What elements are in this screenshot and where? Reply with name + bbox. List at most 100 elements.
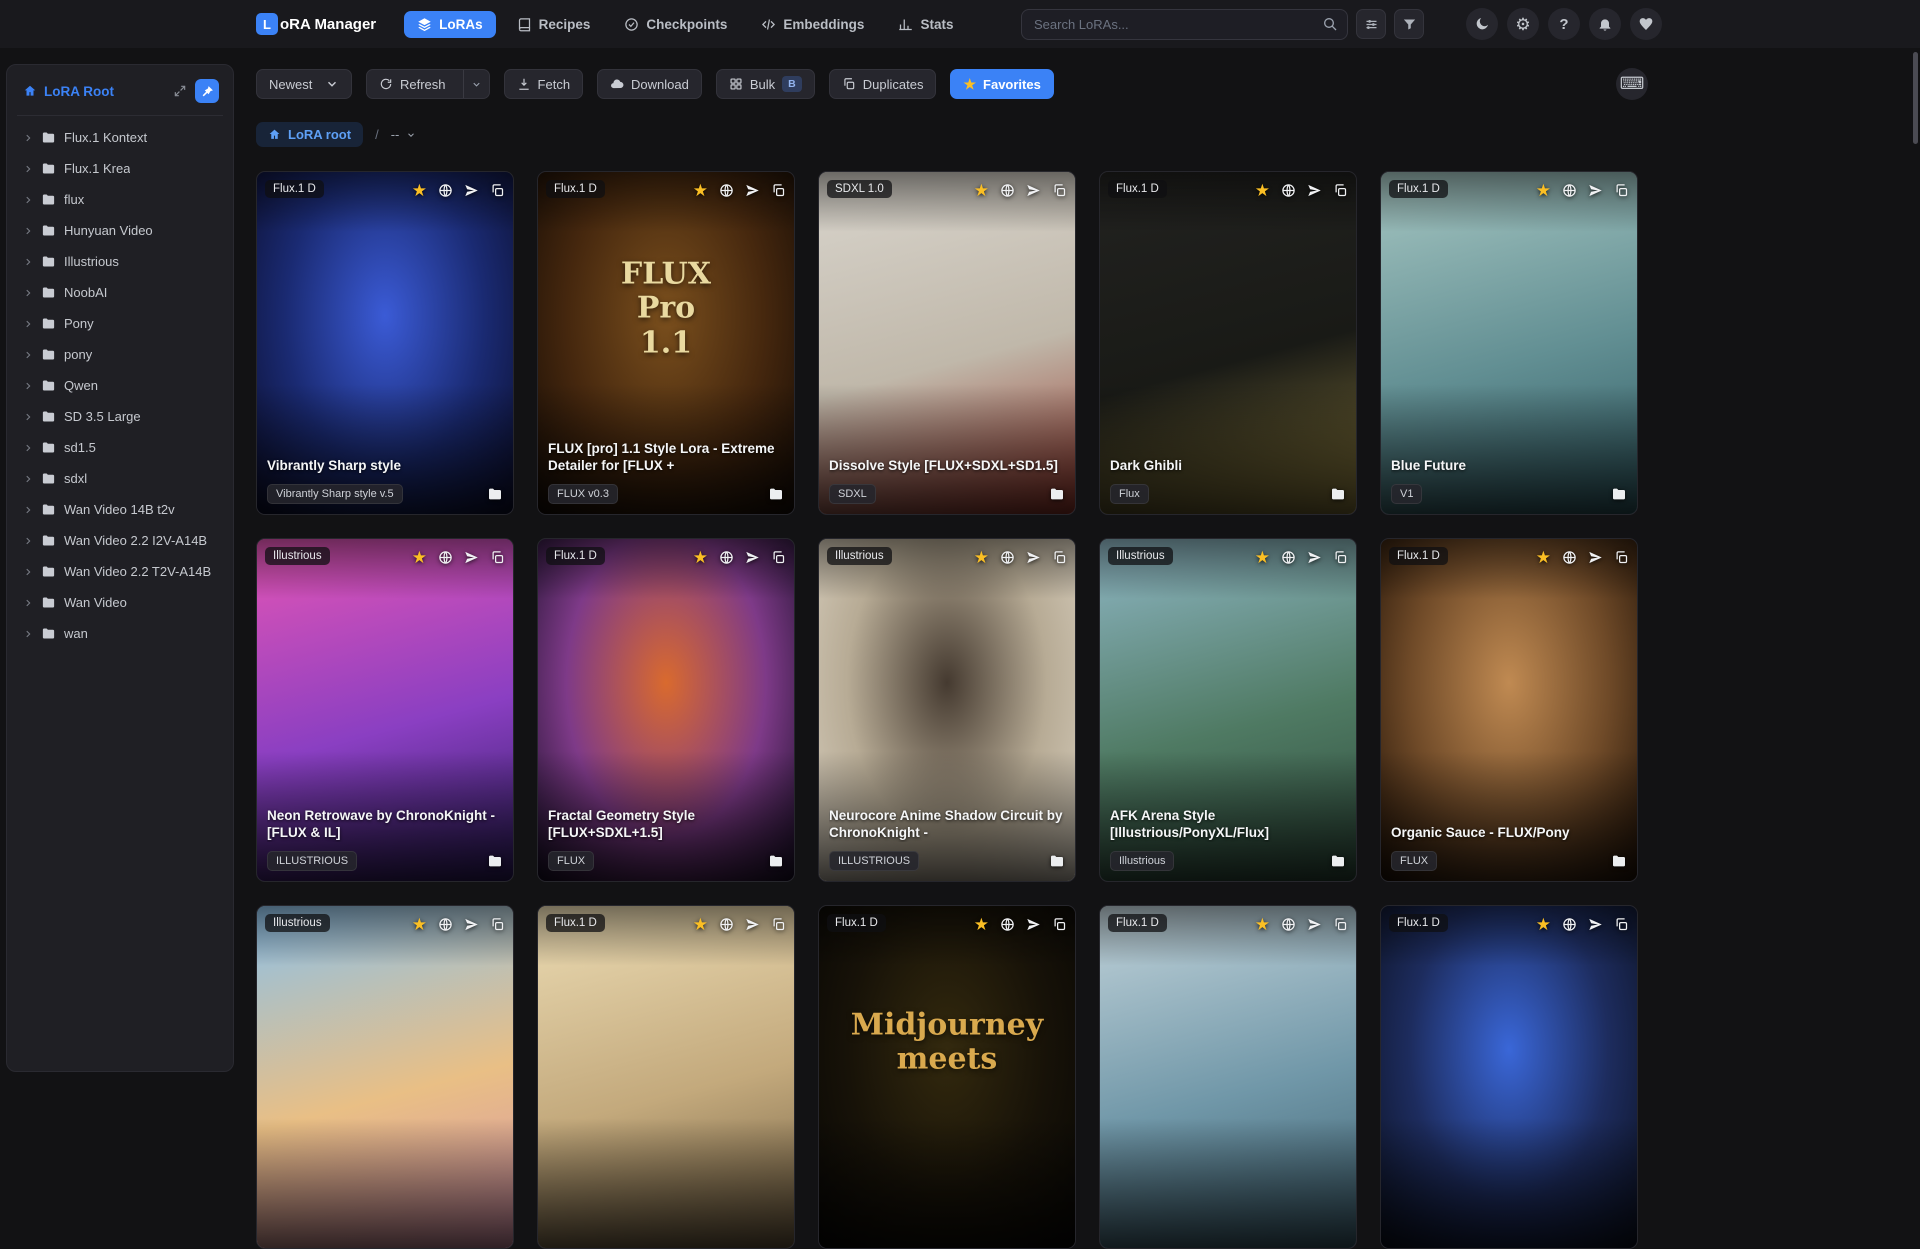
copy-icon[interactable]: [1614, 550, 1629, 565]
breadcrumb-folder-select[interactable]: --: [391, 127, 417, 142]
search-icon[interactable]: [1322, 16, 1338, 32]
sidebar-folder-item[interactable]: Wan Video 14B t2v: [17, 494, 223, 525]
settings-button[interactable]: ⚙: [1507, 8, 1539, 40]
send-icon[interactable]: [1026, 917, 1041, 932]
globe-icon[interactable]: [1000, 183, 1015, 198]
folder-icon[interactable]: [768, 853, 784, 869]
send-icon[interactable]: [464, 183, 479, 198]
sidebar-folder-item[interactable]: Wan Video 2.2 T2V-A14B: [17, 556, 223, 587]
copy-icon[interactable]: [1052, 550, 1067, 565]
send-icon[interactable]: [745, 183, 760, 198]
copy-icon[interactable]: [490, 183, 505, 198]
copy-icon[interactable]: [1614, 917, 1629, 932]
copy-icon[interactable]: [1052, 917, 1067, 932]
send-icon[interactable]: [1588, 183, 1603, 198]
app-logo[interactable]: L oRA Manager: [256, 13, 376, 35]
send-icon[interactable]: [745, 917, 760, 932]
globe-icon[interactable]: [719, 183, 734, 198]
folder-icon[interactable]: [1330, 853, 1346, 869]
folder-icon[interactable]: [487, 486, 503, 502]
nav-item-stats[interactable]: Stats: [885, 11, 966, 38]
globe-icon[interactable]: [1562, 183, 1577, 198]
download-button[interactable]: Download: [597, 69, 702, 99]
globe-icon[interactable]: [1281, 917, 1296, 932]
folder-icon[interactable]: [1611, 853, 1627, 869]
favorite-star-icon[interactable]: ★: [412, 549, 427, 566]
breadcrumb-root[interactable]: LoRA root: [256, 122, 364, 147]
globe-icon[interactable]: [438, 917, 453, 932]
sidebar-folder-item[interactable]: Illustrious: [17, 246, 223, 277]
favorite-star-icon[interactable]: ★: [693, 549, 708, 566]
keyboard-shortcuts-button[interactable]: ⌨: [1616, 68, 1648, 100]
nav-item-checkpoints[interactable]: Checkpoints: [611, 11, 740, 38]
sidebar-folder-item[interactable]: wan: [17, 618, 223, 649]
lora-card[interactable]: Flux.1 D ★ Vibrantly Sharp style Vibrant…: [256, 171, 514, 515]
copy-icon[interactable]: [490, 550, 505, 565]
notifications-button[interactable]: [1589, 8, 1621, 40]
lora-card[interactable]: Flux.1 D ★ Blue Future V1: [1380, 171, 1638, 515]
sidebar-folder-item[interactable]: Wan Video: [17, 587, 223, 618]
lora-card[interactable]: Flux.1 D ★: [1380, 905, 1638, 1249]
copy-icon[interactable]: [771, 917, 786, 932]
send-icon[interactable]: [1307, 917, 1322, 932]
sidebar-folder-item[interactable]: NoobAI: [17, 277, 223, 308]
folder-icon[interactable]: [1330, 486, 1346, 502]
lora-card[interactable]: Flux.1 D ★ Dark Ghibli Flux: [1099, 171, 1357, 515]
sidebar-folder-item[interactable]: pony: [17, 339, 223, 370]
lora-card[interactable]: Illustrious ★ Neurocore Anime Shadow Cir…: [818, 538, 1076, 882]
pin-sidebar-button[interactable]: [195, 79, 219, 103]
sidebar-folder-item[interactable]: Qwen: [17, 370, 223, 401]
theme-toggle-button[interactable]: [1466, 8, 1498, 40]
favorite-star-icon[interactable]: ★: [412, 916, 427, 933]
favorite-star-icon[interactable]: ★: [1536, 549, 1551, 566]
globe-icon[interactable]: [719, 550, 734, 565]
nav-item-loras[interactable]: LoRAs: [404, 10, 496, 38]
folder-icon[interactable]: [487, 853, 503, 869]
globe-icon[interactable]: [1281, 183, 1296, 198]
lora-card[interactable]: Illustrious ★ AFK Arena Style [Illustrio…: [1099, 538, 1357, 882]
copy-icon[interactable]: [771, 183, 786, 198]
send-icon[interactable]: [1307, 550, 1322, 565]
globe-icon[interactable]: [1000, 917, 1015, 932]
send-icon[interactable]: [464, 917, 479, 932]
copy-icon[interactable]: [1052, 183, 1067, 198]
refresh-button[interactable]: Refresh: [367, 70, 456, 98]
sidebar-folder-item[interactable]: Pony: [17, 308, 223, 339]
favorite-star-icon[interactable]: ★: [974, 182, 989, 199]
favorite-star-icon[interactable]: ★: [1536, 182, 1551, 199]
folder-icon[interactable]: [1049, 486, 1065, 502]
favorite-star-icon[interactable]: ★: [693, 182, 708, 199]
copy-icon[interactable]: [771, 550, 786, 565]
lora-card[interactable]: Illustrious ★: [256, 905, 514, 1249]
favorite-star-icon[interactable]: ★: [1255, 182, 1270, 199]
lora-card[interactable]: Illustrious ★ Neon Retrowave by ChronoKn…: [256, 538, 514, 882]
lora-card[interactable]: Flux.1 D ★ Organic Sauce - FLUX/Pony FLU…: [1380, 538, 1638, 882]
fetch-button[interactable]: Fetch: [503, 69, 584, 99]
send-icon[interactable]: [1588, 550, 1603, 565]
lora-card[interactable]: Flux.1 D ★: [1099, 905, 1357, 1249]
send-icon[interactable]: [1588, 917, 1603, 932]
globe-icon[interactable]: [1000, 550, 1015, 565]
sort-select[interactable]: Newest: [256, 69, 352, 99]
send-icon[interactable]: [1026, 183, 1041, 198]
copy-icon[interactable]: [1614, 183, 1629, 198]
globe-icon[interactable]: [438, 550, 453, 565]
filter-button[interactable]: [1394, 9, 1424, 39]
folder-icon[interactable]: [1049, 853, 1065, 869]
favorite-star-icon[interactable]: ★: [1255, 916, 1270, 933]
copy-icon[interactable]: [1333, 183, 1348, 198]
copy-icon[interactable]: [490, 917, 505, 932]
favorite-star-icon[interactable]: ★: [1536, 916, 1551, 933]
lora-card[interactable]: SDXL 1.0 ★ Dissolve Style [FLUX+SDXL+SD1…: [818, 171, 1076, 515]
sidebar-folder-item[interactable]: sd1.5: [17, 432, 223, 463]
lora-card[interactable]: Flux.1 D ★ Fractal Geometry Style [FLUX+…: [537, 538, 795, 882]
favorite-star-icon[interactable]: ★: [693, 916, 708, 933]
sidebar-folder-item[interactable]: Flux.1 Krea: [17, 153, 223, 184]
favorite-star-icon[interactable]: ★: [974, 549, 989, 566]
lora-card[interactable]: Midjourney meets Flux.1 D ★: [818, 905, 1076, 1249]
folder-icon[interactable]: [1611, 486, 1627, 502]
sidebar-folder-item[interactable]: sdxl: [17, 463, 223, 494]
help-button[interactable]: ?: [1548, 8, 1580, 40]
copy-icon[interactable]: [1333, 550, 1348, 565]
lora-card[interactable]: FLUX Pro 1.1 Flux.1 D ★ FLUX [pro] 1.1 S…: [537, 171, 795, 515]
